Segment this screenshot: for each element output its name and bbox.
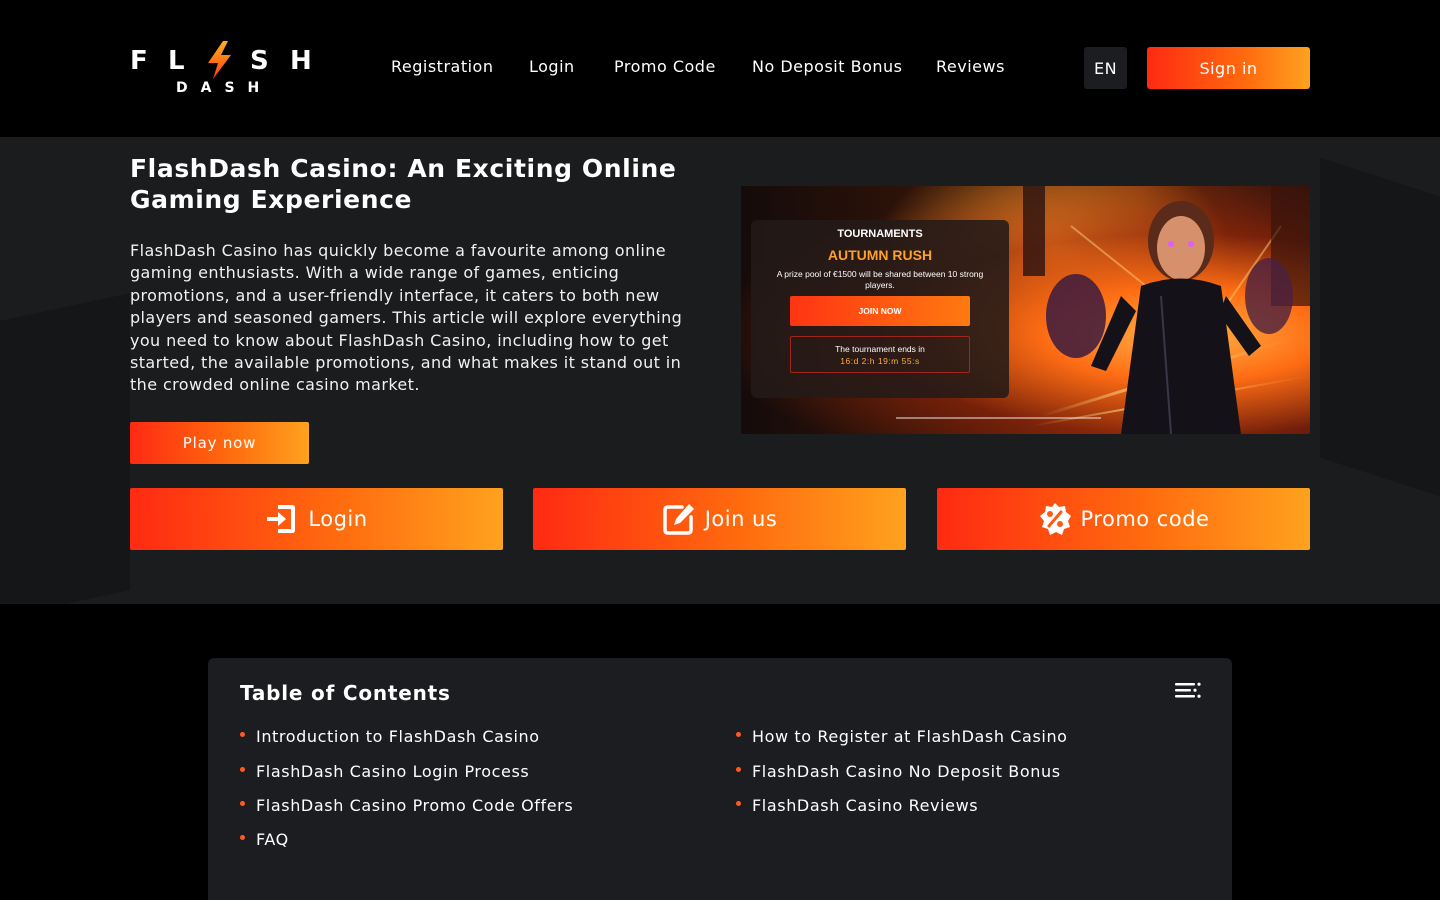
toc-title: Table of Contents — [240, 681, 451, 705]
toc-link-introduction[interactable]: Introduction to FlashDash Casino — [240, 727, 540, 746]
tournament-card: TOURNAMENTS AUTUMN RUSH A prize pool of … — [751, 220, 1009, 398]
site-header: F L S H DASH Registration Login Promo Co… — [0, 0, 1440, 137]
toc-link-label: How to Register at FlashDash Casino — [752, 727, 1068, 746]
join-us-button-label: Join us — [704, 507, 778, 531]
percent-badge-icon — [1039, 503, 1071, 535]
login-button-label: Login — [308, 507, 368, 531]
play-now-button[interactable]: Play now — [130, 422, 309, 464]
hero-background-shape — [1320, 157, 1440, 497]
language-selector[interactable]: EN — [1084, 47, 1127, 89]
timer-label: The tournament ends in — [835, 343, 925, 354]
toc-link-login-process[interactable]: FlashDash Casino Login Process — [240, 762, 529, 781]
bullet-icon — [736, 767, 741, 772]
login-button[interactable]: Login — [130, 488, 503, 550]
edit-icon — [662, 504, 694, 535]
tournament-name: AUTUMN RUSH — [827, 247, 933, 263]
logo-letter: L — [168, 46, 185, 76]
nav-no-deposit-bonus[interactable]: No Deposit Bonus — [752, 57, 902, 76]
logo-letter: F — [130, 46, 148, 76]
sign-in-button[interactable]: Sign in — [1147, 47, 1310, 89]
table-of-contents: Table of Contents Introduction to FlashD… — [208, 658, 1232, 900]
toc-link-faq[interactable]: FAQ — [240, 830, 289, 849]
nav-promo-code[interactable]: Promo Code — [614, 57, 716, 76]
tournament-description: A prize pool of €1500 will be shared bet… — [776, 269, 984, 290]
promo-code-button-label: Promo code — [1080, 507, 1210, 531]
list-menu-icon[interactable] — [1175, 682, 1201, 702]
hero-intro-text: FlashDash Casino has quickly become a fa… — [130, 241, 683, 395]
tournament-timer: The tournament ends in 16:d 2:h 19:m 55:… — [790, 336, 970, 373]
logo-letter: S — [250, 46, 269, 76]
hero-background-shape — [0, 293, 130, 604]
logo-subtitle: DASH — [176, 80, 273, 96]
bullet-icon — [736, 801, 741, 806]
login-icon — [267, 505, 296, 533]
hero-section: FlashDash Casino: An Exciting Online Gam… — [0, 137, 1440, 604]
timer-countdown: 16:d 2:h 19:m 55:s — [840, 355, 920, 366]
toc-link-label: Introduction to FlashDash Casino — [256, 727, 540, 746]
toc-link-label: FlashDash Casino Promo Code Offers — [256, 796, 574, 815]
logo-letter: H — [290, 46, 312, 76]
bullet-icon — [240, 835, 245, 840]
nav-login[interactable]: Login — [529, 57, 575, 76]
bullet-icon — [240, 767, 245, 772]
toc-link-label: FlashDash Casino Login Process — [256, 762, 530, 781]
bullet-icon — [736, 732, 741, 737]
toc-link-reviews[interactable]: FlashDash Casino Reviews — [736, 796, 978, 815]
nav-registration[interactable]: Registration — [391, 57, 493, 76]
toc-link-label: FlashDash Casino Reviews — [752, 796, 979, 815]
page-title: FlashDash Casino: An Exciting Online Gam… — [130, 154, 677, 214]
toc-link-no-deposit-bonus[interactable]: FlashDash Casino No Deposit Bonus — [736, 762, 1061, 781]
toc-link-promo-code-offers[interactable]: FlashDash Casino Promo Code Offers — [240, 796, 573, 815]
tournament-heading: TOURNAMENTS — [837, 228, 923, 240]
flashdash-logo[interactable]: F L S H DASH — [130, 40, 312, 96]
toc-link-label: FAQ — [256, 830, 289, 849]
join-now-button[interactable]: JOIN NOW — [790, 296, 970, 326]
promo-code-button[interactable]: Promo code — [937, 488, 1310, 550]
toc-link-label: FlashDash Casino No Deposit Bonus — [752, 762, 1061, 781]
bullet-icon — [240, 732, 245, 737]
bolt-icon — [208, 41, 231, 79]
tournament-banner[interactable]: TOURNAMENTS AUTUMN RUSH A prize pool of … — [741, 186, 1310, 434]
nav-reviews[interactable]: Reviews — [936, 57, 1005, 76]
bullet-icon — [240, 801, 245, 806]
toc-link-how-to-register[interactable]: How to Register at FlashDash Casino — [736, 727, 1068, 746]
join-us-button[interactable]: Join us — [533, 488, 906, 550]
